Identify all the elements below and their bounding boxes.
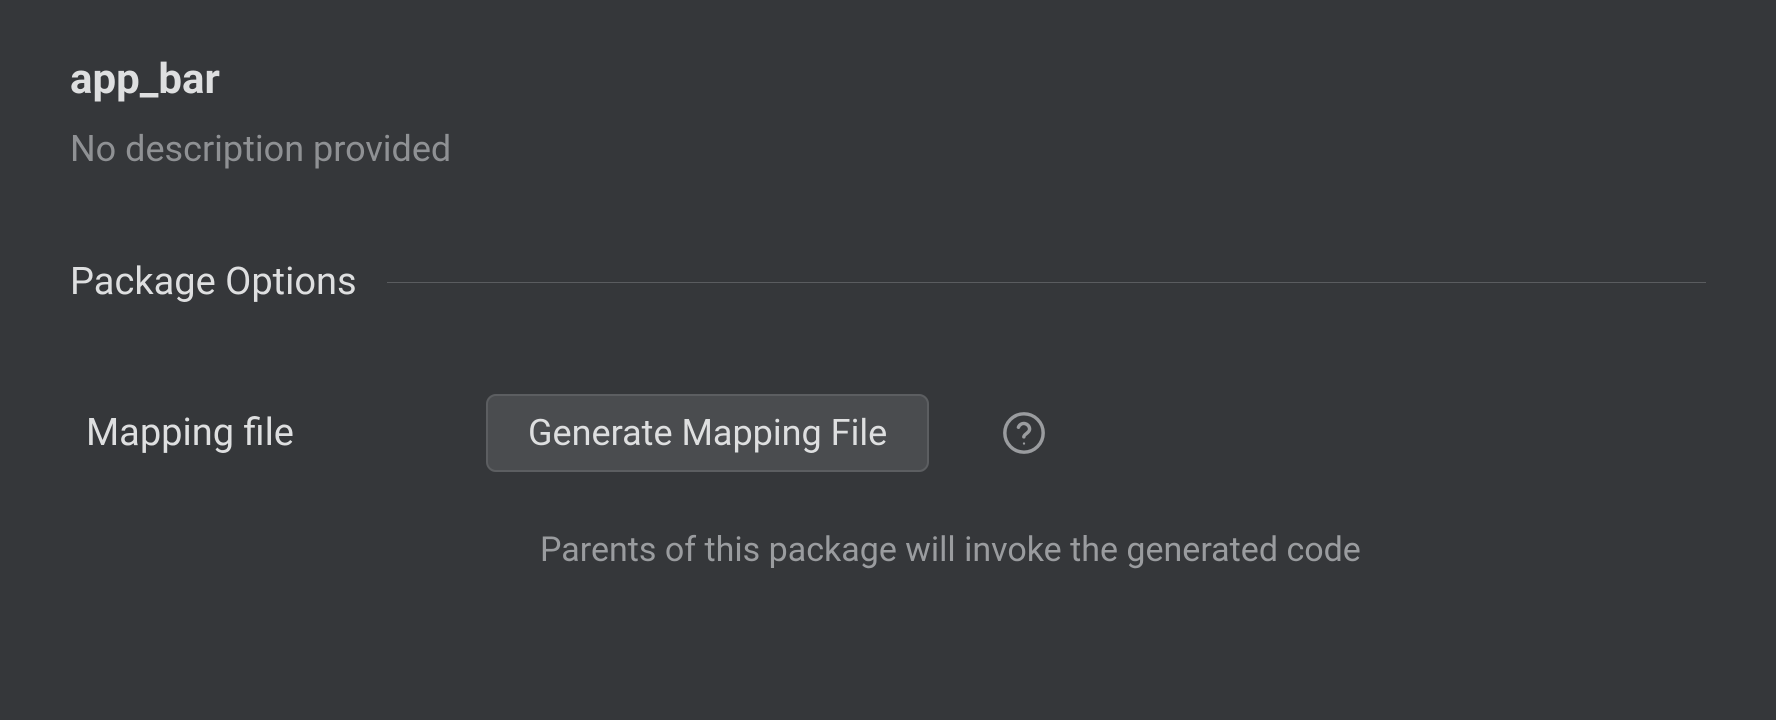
section-header: Package Options xyxy=(70,260,1706,304)
section-title: Package Options xyxy=(70,260,357,304)
mapping-file-hint: Parents of this package will invoke the … xyxy=(540,530,1361,570)
section-divider xyxy=(387,282,1706,283)
mapping-file-label: Mapping file xyxy=(86,411,486,455)
package-panel: app_bar No description provided Package … xyxy=(0,0,1776,570)
mapping-file-hint-row: Parents of this package will invoke the … xyxy=(70,530,1706,570)
package-description: No description provided xyxy=(70,128,1706,170)
package-title: app_bar xyxy=(70,55,1706,104)
help-icon[interactable] xyxy=(1001,410,1047,456)
generate-mapping-file-button[interactable]: Generate Mapping File xyxy=(486,394,929,472)
mapping-file-row: Mapping file Generate Mapping File xyxy=(70,394,1706,472)
